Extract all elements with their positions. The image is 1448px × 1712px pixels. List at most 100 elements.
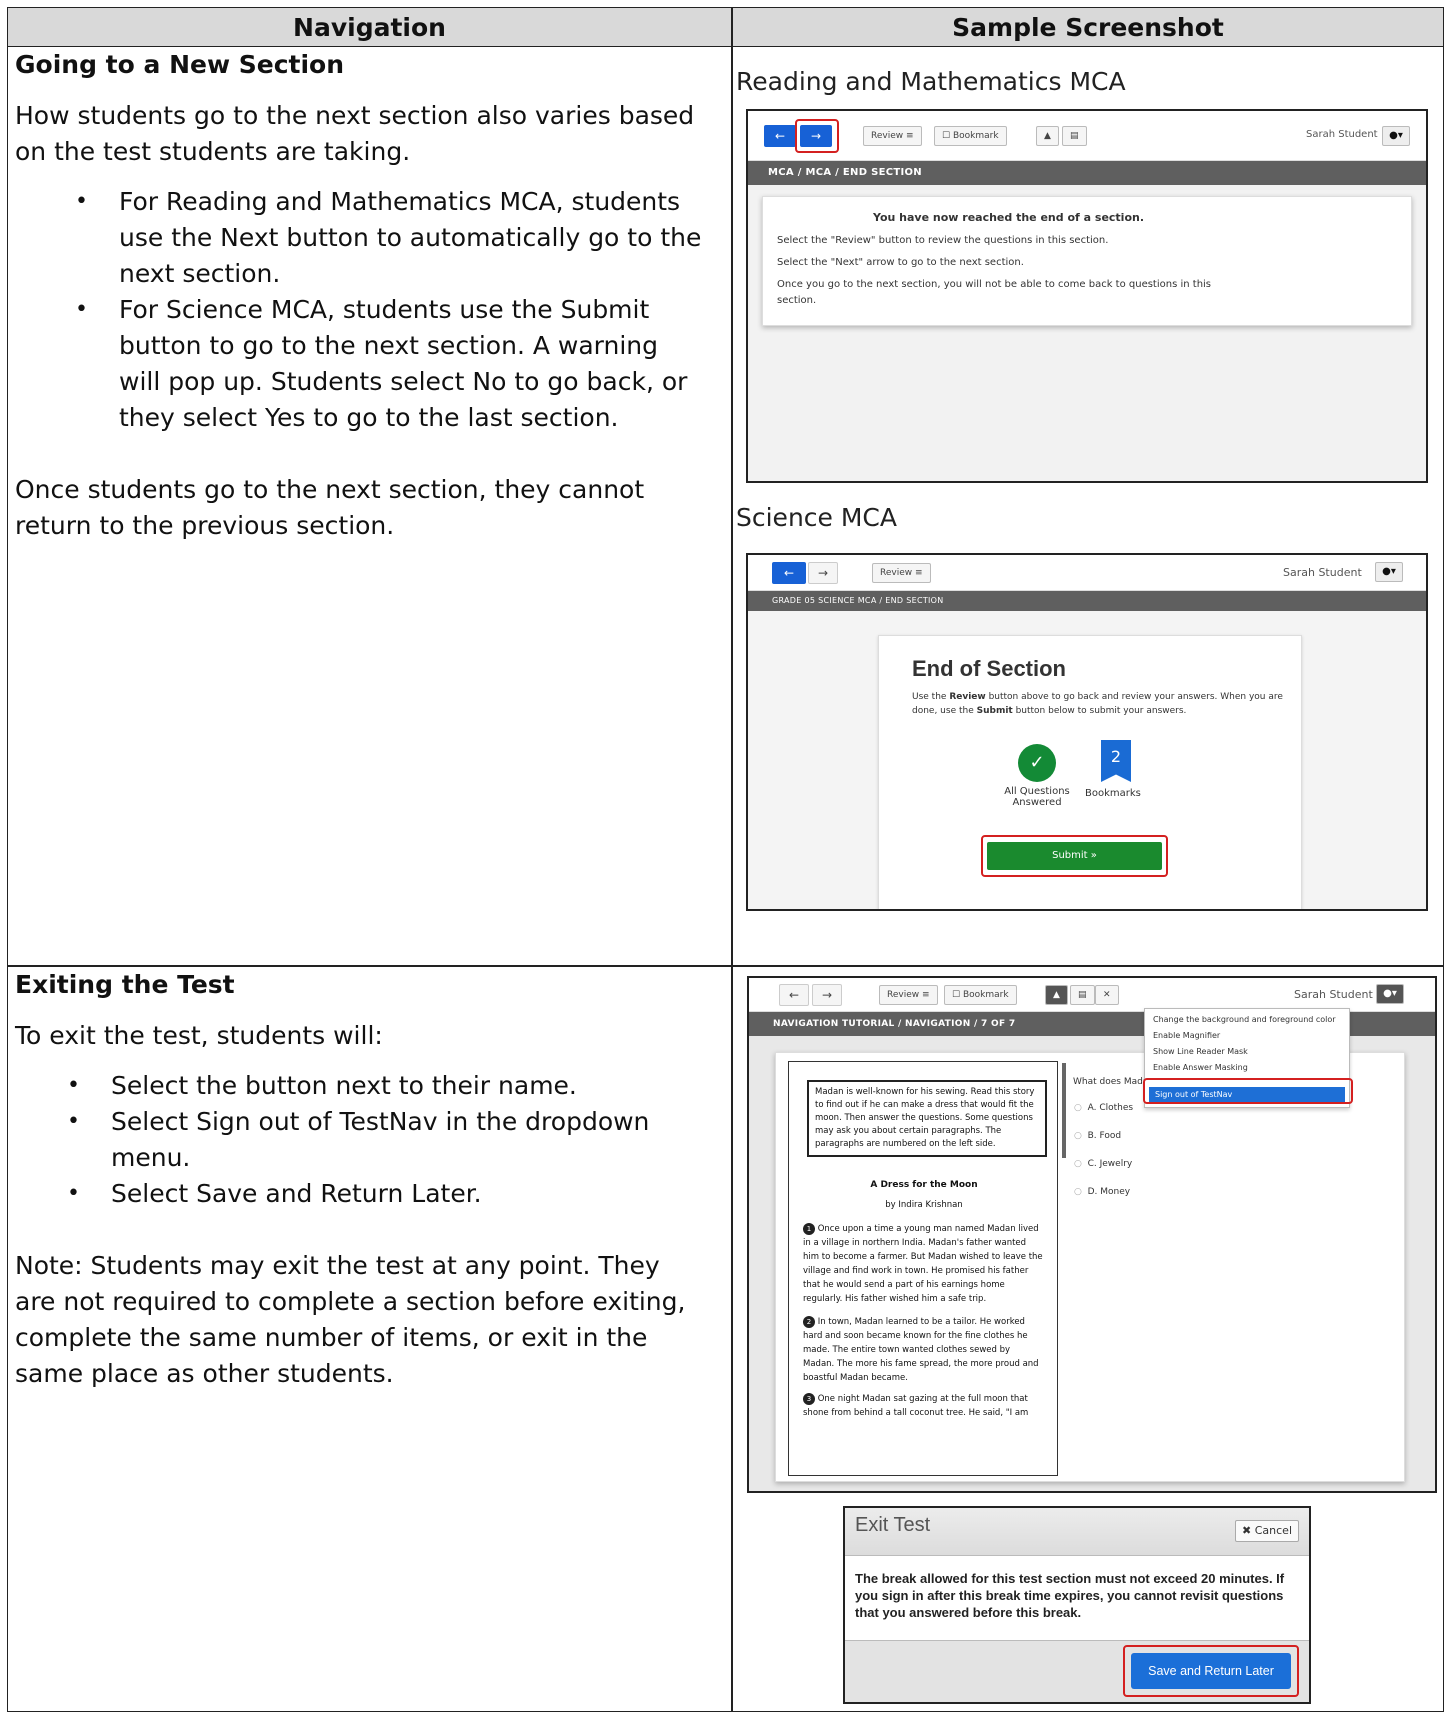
sign-out-highlight [1143, 1078, 1353, 1104]
review-label: Review [880, 568, 913, 578]
list-item: Select the button next to their name. [67, 1068, 705, 1104]
back-arrow-icon[interactable]: ← [772, 562, 806, 584]
user-name: Sarah Student [1306, 129, 1378, 140]
section-intro: How students go to the next section also… [15, 101, 695, 166]
review-button[interactable]: Review ≡ [863, 126, 922, 146]
list-item: Select Sign out of TestNav in the dropdo… [67, 1104, 705, 1176]
review-button[interactable]: Review ≡ [872, 563, 931, 583]
breadcrumb: MCA / MCA / END SECTION [748, 161, 1426, 185]
section-new-section: Going to a New Section How students go t… [15, 47, 705, 544]
end-section-card: You have now reached the end of a sectio… [762, 196, 1412, 326]
pointer-tool[interactable]: ▲ [1036, 126, 1059, 146]
card-line: Once you go to the next section, you wil… [777, 279, 1212, 290]
list-icon: ≡ [915, 568, 923, 578]
bookmark-icon: ☐ [942, 131, 951, 141]
passage-panel: Madan is well-known for his sewing. Read… [788, 1061, 1058, 1476]
answer-option[interactable]: ○ A. Clothes [1074, 1103, 1133, 1113]
number-badge: 2 [803, 1316, 815, 1328]
menu-item-magnifier[interactable]: Enable Magnifier [1153, 1031, 1220, 1040]
pointer-tool[interactable]: ▲ [1045, 985, 1068, 1005]
cancel-label: Cancel [1254, 1524, 1292, 1537]
next-arrow-icon[interactable]: → [812, 984, 842, 1006]
notepad-tool[interactable]: ▤ [1070, 985, 1095, 1005]
paragraph-1: 1 Once upon a time a young man named Mad… [803, 1223, 1043, 1304]
screenshot-reading-math: ← → Review ≡ ☐ Bookmark ▲ ▤ Sarah Studen… [746, 109, 1428, 483]
scrollbar[interactable] [1062, 1063, 1066, 1158]
cancel-button[interactable]: ✖ Cancel [1235, 1520, 1299, 1542]
list-icon: ≡ [906, 131, 914, 141]
section-title: Exiting the Test [15, 970, 235, 999]
menu-item-line-reader[interactable]: Show Line Reader Mask [1153, 1047, 1248, 1056]
card-title: You have now reached the end of a sectio… [873, 211, 1145, 224]
section-intro: To exit the test, students will: [15, 1021, 383, 1050]
toolbar: ← → Review ≡ ☐ Bookmark ▲ ▤ Sarah Studen… [748, 111, 1426, 161]
back-arrow-icon[interactable]: ← [779, 984, 809, 1006]
screenshot-exiting: ← → Review ≡ ☐ Bookmark ▲ ▤ ✕ Sarah Stud… [747, 976, 1437, 1493]
notepad-tool[interactable]: ▤ [1062, 126, 1087, 146]
user-name: Sarah Student [1283, 566, 1362, 579]
next-arrow-icon[interactable]: → [808, 562, 838, 584]
exit-test-dialog: Exit Test ✖ Cancel The break allowed for… [843, 1506, 1311, 1704]
list-icon: ≡ [922, 990, 930, 1000]
section-outro: Once students go to the next section, th… [15, 475, 645, 540]
header-sample-screenshot: Sample Screenshot [952, 13, 1224, 42]
bookmark-button[interactable]: ☐ Bookmark [934, 126, 1007, 146]
answer-option[interactable]: ○ D. Money [1074, 1187, 1130, 1197]
card-line: Select the "Next" arrow to go to the nex… [777, 257, 1024, 268]
question-text: What does Madan [1073, 1077, 1155, 1087]
answer-option[interactable]: ○ B. Food [1074, 1131, 1121, 1141]
review-button[interactable]: Review ≡ [879, 985, 938, 1005]
passage-intro: Madan is well-known for his sewing. Read… [807, 1080, 1047, 1157]
radio-icon: ○ [1074, 1131, 1082, 1141]
header-navigation: Navigation [293, 13, 446, 42]
number-badge: 1 [803, 1223, 815, 1235]
table-header: Navigation Sample Screenshot [8, 8, 1443, 47]
list-item: For Science MCA, students use the Submit… [75, 292, 705, 436]
caption-reading-math: Reading and Mathematics MCA [736, 67, 1126, 96]
toolbar: ← → Review ≡ ☐ Bookmark ▲ ▤ ✕ Sarah Stud… [749, 978, 1435, 1012]
bookmark-icon: ☐ [952, 990, 961, 1000]
toolbar: ← → Review ≡ Sarah Student ●▾ [748, 555, 1426, 591]
back-arrow-icon[interactable]: ← [764, 125, 796, 147]
user-menu-button[interactable]: ●▾ [1375, 562, 1403, 582]
paragraph-3: 3 One night Madan sat gazing at the full… [803, 1393, 1029, 1418]
bookmark-button[interactable]: ☐ Bookmark [944, 985, 1017, 1005]
submit-highlight [981, 835, 1168, 877]
column-divider [731, 8, 733, 1711]
answer-option[interactable]: ○ C. Jewelry [1074, 1159, 1132, 1169]
number-badge: 3 [803, 1393, 815, 1405]
section-note: Note: Students may exit the test at any … [15, 1251, 686, 1388]
end-section-card: End of Section Use the Review button abo… [878, 635, 1302, 909]
close-icon[interactable]: ✕ [1095, 985, 1119, 1005]
breadcrumb: GRADE 05 SCIENCE MCA / END SECTION [748, 591, 1426, 611]
bookmark-label: Bookmark [952, 131, 999, 141]
screenshot-science: ← → Review ≡ Sarah Student ●▾ GRADE 05 S… [746, 553, 1428, 911]
section-exiting: Exiting the Test To exit the test, stude… [15, 967, 705, 1392]
menu-item-color[interactable]: Change the background and foreground col… [1153, 1015, 1336, 1024]
user-name: Sarah Student [1294, 988, 1373, 1001]
stat-answered: All Questions Answered [1004, 786, 1070, 808]
next-highlight [795, 119, 839, 153]
caption-science: Science MCA [736, 503, 897, 532]
user-menu-button[interactable]: ●▾ [1382, 126, 1410, 146]
radio-icon: ○ [1074, 1187, 1082, 1197]
story-author: by Indira Krishnan [885, 1200, 963, 1210]
bookmark-count-icon: 2 [1101, 740, 1131, 782]
section-title: Going to a New Section [15, 50, 345, 79]
story-title: A Dress for the Moon [870, 1180, 978, 1190]
card-line: section. [777, 295, 817, 306]
dialog-title: Exit Test [855, 1514, 931, 1536]
user-menu-button[interactable]: ●▾ [1376, 984, 1404, 1004]
list-item: Select Save and Return Later. [67, 1176, 705, 1212]
radio-icon: ○ [1074, 1103, 1082, 1113]
close-icon: ✖ [1242, 1524, 1252, 1537]
check-icon: ✓ [1018, 744, 1056, 782]
dialog-message: The break allowed for this test section … [855, 1571, 1285, 1620]
dialog-header: Exit Test ✖ Cancel [845, 1508, 1309, 1556]
menu-item-answer-masking[interactable]: Enable Answer Masking [1153, 1063, 1248, 1072]
save-highlight [1123, 1645, 1299, 1697]
card-line: done, use the Submit button below to sub… [912, 706, 1187, 716]
card-title: End of Section [912, 656, 1066, 681]
dialog-footer: Save and Return Later [845, 1640, 1309, 1702]
paragraph-2: 2 In town, Madan learned to be a tailor.… [803, 1316, 1039, 1383]
